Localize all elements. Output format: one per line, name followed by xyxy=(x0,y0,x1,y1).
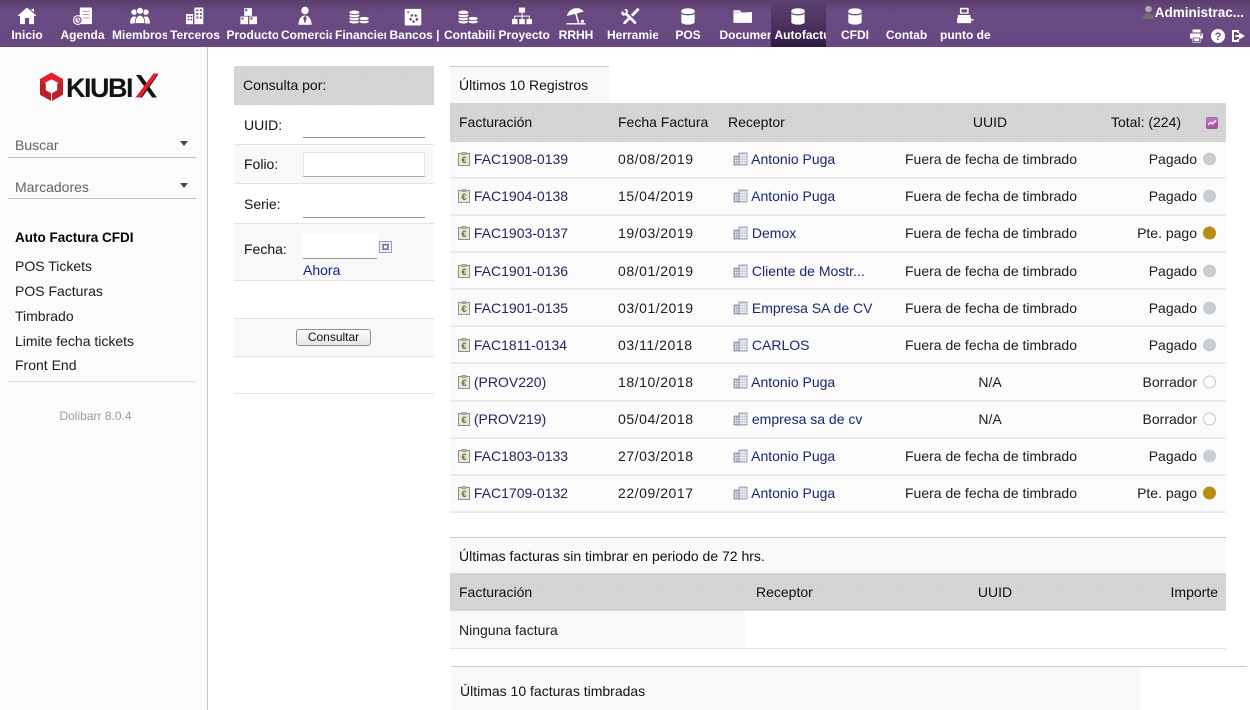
svg-text:€: € xyxy=(461,489,466,499)
svg-text:?: ? xyxy=(1215,31,1222,43)
svg-text:€: € xyxy=(461,192,466,202)
svg-text:€: € xyxy=(461,378,466,388)
svg-text:€: € xyxy=(461,155,466,165)
svg-text:€: € xyxy=(461,267,466,277)
svg-text:€: € xyxy=(461,415,466,425)
svg-text:€: € xyxy=(461,229,466,239)
svg-text:KIUBI: KIUBI xyxy=(66,73,132,102)
svg-text:€: € xyxy=(461,304,466,314)
svg-text:€: € xyxy=(461,341,466,351)
svg-text:€: € xyxy=(461,452,466,462)
